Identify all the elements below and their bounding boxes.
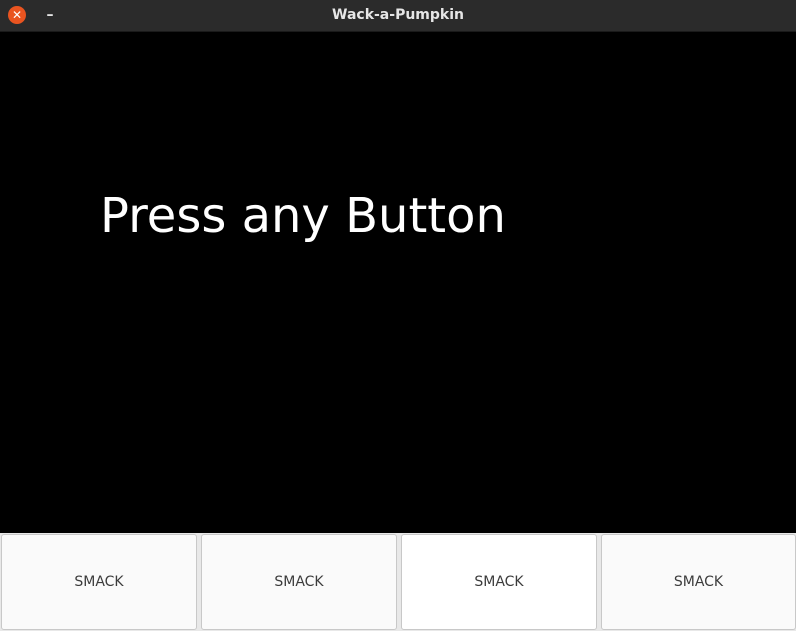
smack-button-4[interactable]: SMACK (601, 534, 796, 630)
smack-button-1[interactable]: SMACK (1, 534, 197, 630)
title-bar: ✕ – Wack-a-Pumpkin (0, 0, 796, 32)
game-message: Press any Button (100, 188, 506, 244)
smack-button-2[interactable]: SMACK (201, 534, 397, 630)
game-canvas[interactable]: Press any Button (0, 32, 796, 533)
app-window: ✕ – Wack-a-Pumpkin Press any Button SMAC… (0, 0, 796, 631)
smack-button-3[interactable]: SMACK (401, 534, 597, 630)
window-title: Wack-a-Pumpkin (332, 7, 464, 23)
button-row: SMACK SMACK SMACK SMACK (0, 533, 796, 631)
